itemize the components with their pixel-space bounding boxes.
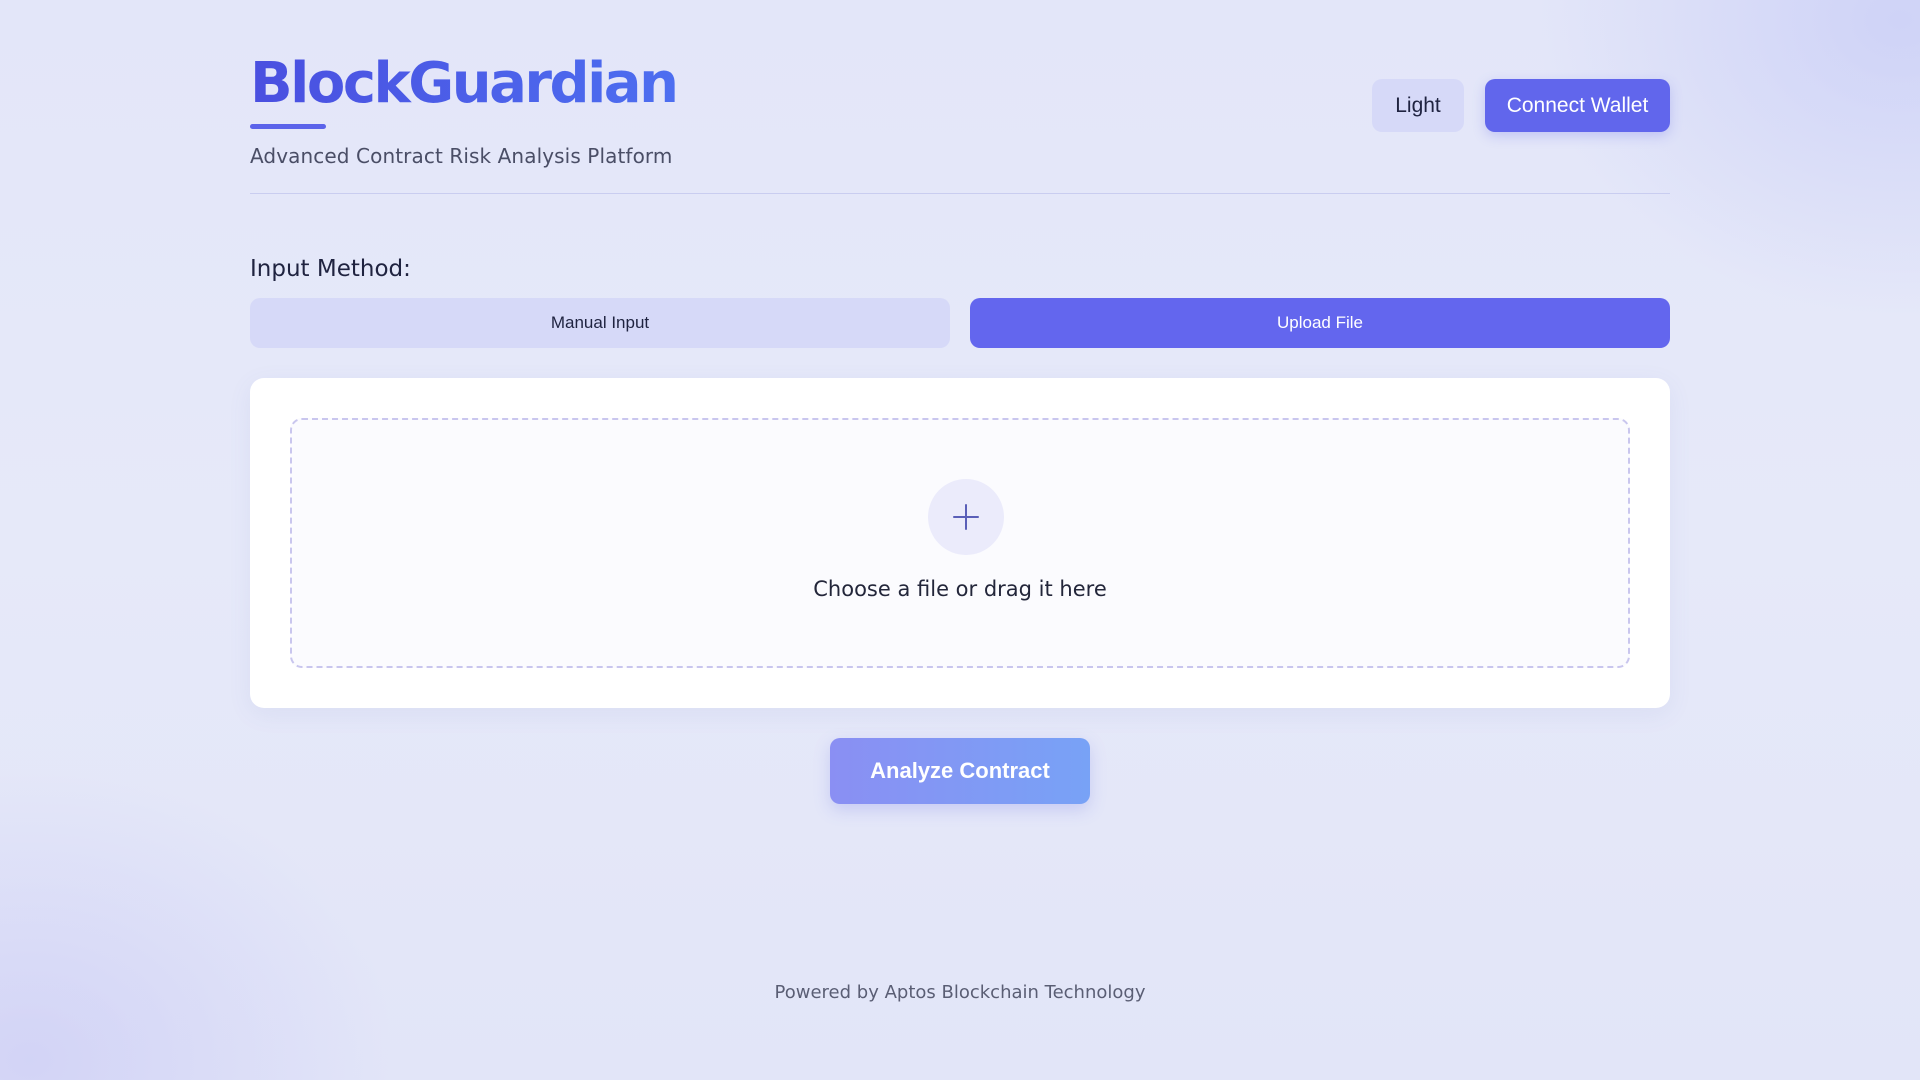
upload-card: Choose a file or drag it here: [250, 378, 1670, 708]
input-method-label: Input Method:: [250, 256, 411, 282]
brand-underline: [250, 124, 326, 129]
theme-toggle-button[interactable]: Light: [1372, 79, 1464, 132]
brand-subtitle: Advanced Contract Risk Analysis Platform: [250, 144, 673, 168]
tab-upload-file[interactable]: Upload File: [970, 298, 1670, 348]
footer-text: Powered by Aptos Blockchain Technology: [774, 982, 1146, 1003]
plus-icon: [928, 479, 1004, 555]
app-container: BlockGuardian Advanced Contract Risk Ana…: [250, 0, 1670, 1003]
file-dropzone[interactable]: Choose a file or drag it here: [290, 418, 1630, 668]
connect-wallet-button[interactable]: Connect Wallet: [1485, 79, 1670, 132]
page-header: BlockGuardian Advanced Contract Risk Ana…: [250, 0, 1670, 194]
analyze-contract-button[interactable]: Analyze Contract: [830, 738, 1090, 804]
brand-title: BlockGuardian: [250, 51, 679, 116]
dropzone-prompt: Choose a file or drag it here: [813, 577, 1107, 601]
plus-icon-glyph: [953, 504, 979, 530]
tab-manual-input[interactable]: Manual Input: [250, 298, 950, 348]
